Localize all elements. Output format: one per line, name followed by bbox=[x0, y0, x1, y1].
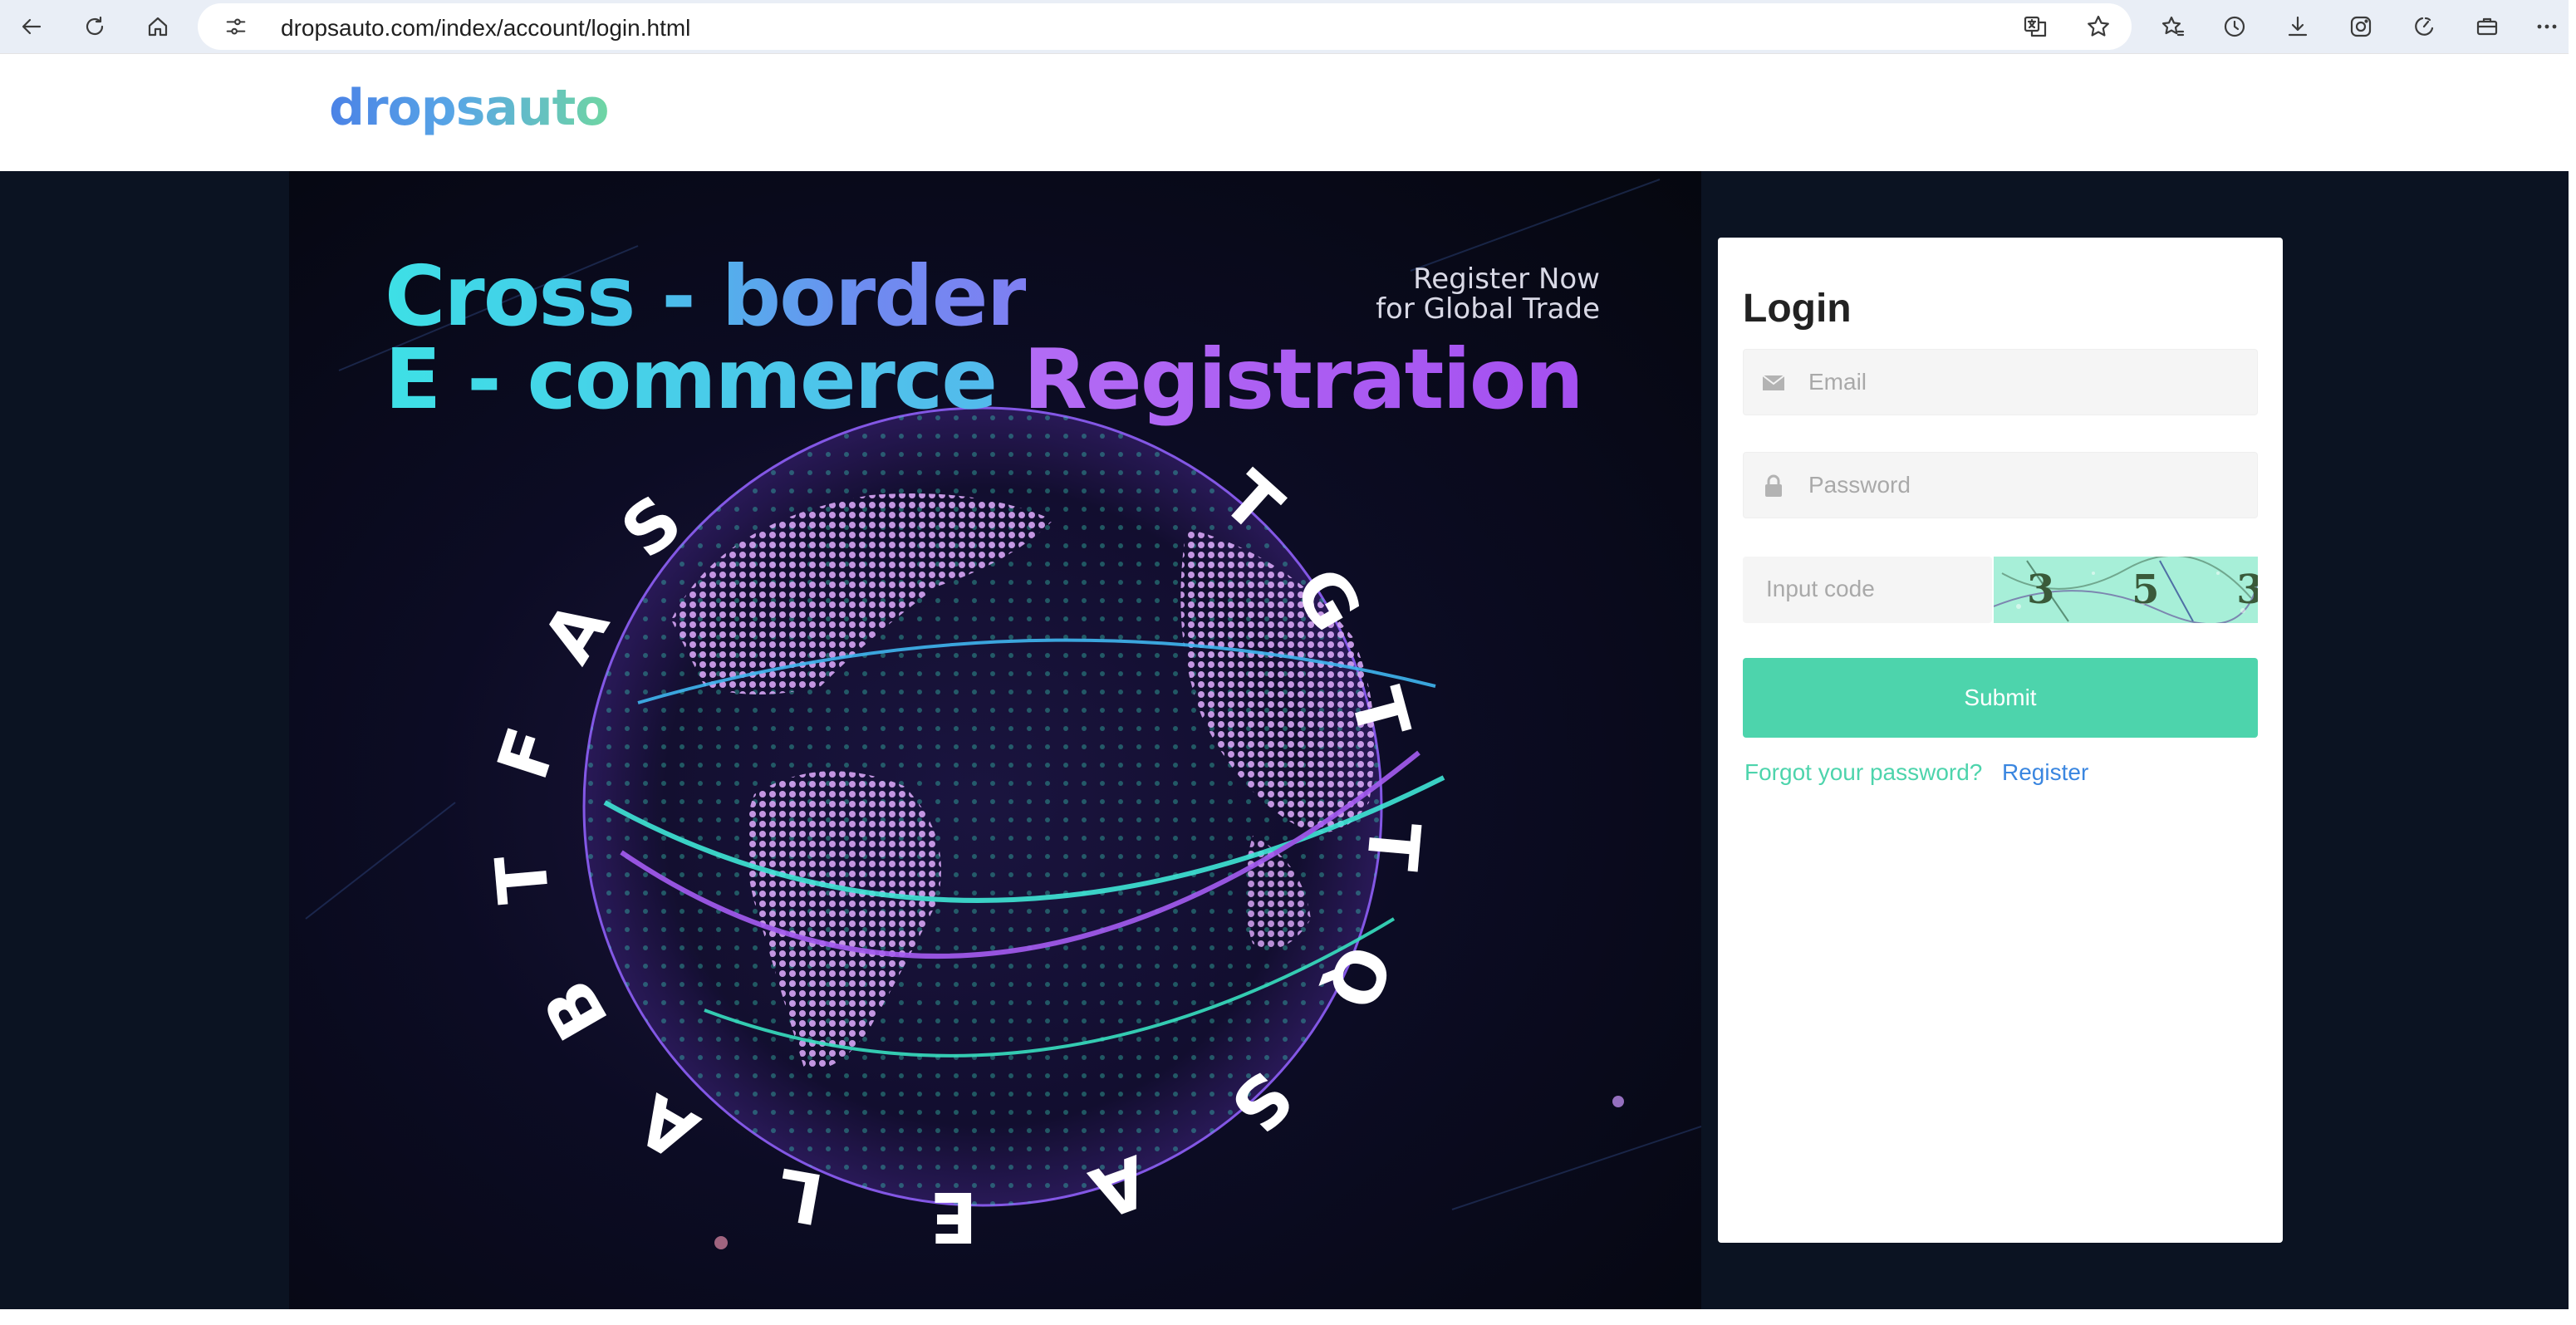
ring-letter: B bbox=[527, 966, 624, 1053]
banner-title-line2: E - commerce Registration bbox=[385, 331, 1584, 428]
ring-letter: T bbox=[1351, 819, 1436, 874]
captcha-code-input[interactable] bbox=[1766, 557, 1982, 621]
password-field[interactable] bbox=[1743, 452, 2258, 518]
home-icon[interactable] bbox=[138, 7, 178, 47]
reload-icon[interactable] bbox=[75, 7, 115, 47]
browser-toolbar: dropsauto.com/index/account/login.html bbox=[0, 0, 2576, 53]
performance-icon[interactable] bbox=[2404, 7, 2444, 47]
login-card: Login Email Input code 3 5 Submit Forgot… bbox=[1718, 238, 2283, 1243]
tagline-line1: Register Now bbox=[1413, 263, 1600, 296]
password-input[interactable] bbox=[1808, 453, 2240, 518]
captcha-text: 3 5 3 4 bbox=[2027, 567, 2258, 613]
favorites-icon[interactable] bbox=[2153, 7, 2193, 47]
register-link[interactable]: Register bbox=[2002, 759, 2088, 786]
submit-button[interactable]: Submit bbox=[1743, 658, 2258, 738]
captcha-code-field[interactable] bbox=[1743, 557, 1992, 623]
address-bar[interactable]: dropsauto.com/index/account/login.html bbox=[198, 3, 2132, 50]
ring-letter: L bbox=[771, 1152, 829, 1240]
history-icon[interactable] bbox=[2215, 7, 2255, 47]
banner-title-registration: Registration bbox=[1023, 331, 1584, 428]
ring-letter: T bbox=[480, 852, 566, 907]
email-field[interactable] bbox=[1743, 349, 2258, 415]
forgot-password-link[interactable]: Forgot your password? bbox=[1744, 759, 1982, 786]
lock-icon bbox=[1759, 471, 1788, 501]
site-header: dropsauto bbox=[0, 53, 2576, 171]
main-content: S A F T B A L E A S Q T T G T Cross - bo… bbox=[0, 171, 2576, 1309]
captcha-image[interactable]: 3 5 3 4 bbox=[1994, 557, 2258, 623]
more-icon[interactable] bbox=[2527, 7, 2567, 47]
login-title: Login bbox=[1743, 287, 1852, 331]
back-icon[interactable] bbox=[12, 7, 52, 47]
dropsauto-logo[interactable]: dropsauto bbox=[329, 79, 610, 137]
banner-title-ecommerce: E - commerce bbox=[385, 331, 1023, 428]
star-icon[interactable] bbox=[2082, 12, 2115, 42]
envelope-icon bbox=[1759, 368, 1788, 398]
site-settings-icon[interactable] bbox=[223, 13, 249, 40]
translate-icon[interactable] bbox=[2019, 12, 2052, 42]
downloads-icon[interactable] bbox=[2278, 7, 2318, 47]
tagline-line2: for Global Trade bbox=[1376, 292, 1600, 326]
banner-tagline: Register Now for Global Trade bbox=[1376, 264, 1600, 324]
url-text[interactable]: dropsauto.com/index/account/login.html bbox=[281, 15, 690, 42]
briefcase-icon[interactable] bbox=[2467, 7, 2507, 47]
registration-banner: S A F T B A L E A S Q T T G T Cross - bo… bbox=[289, 171, 1701, 1309]
page-edge bbox=[2569, 0, 2576, 1325]
ring-letter: F bbox=[482, 719, 574, 789]
instagram-icon[interactable] bbox=[2341, 7, 2381, 47]
ring-letter: A bbox=[624, 1077, 711, 1175]
ring-letter: E bbox=[930, 1176, 977, 1258]
email-input[interactable] bbox=[1808, 350, 2240, 415]
